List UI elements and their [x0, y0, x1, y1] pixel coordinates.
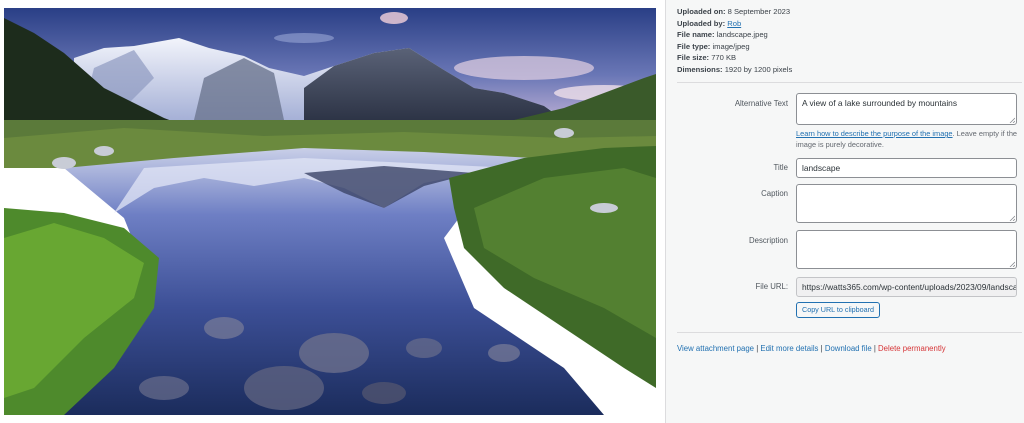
- caption-label: Caption: [761, 189, 788, 198]
- dimensions-row: Dimensions: 1920 by 1200 pixels: [677, 64, 792, 76]
- dimensions-label: Dimensions:: [677, 64, 723, 74]
- view-attachment-link[interactable]: View attachment page: [677, 344, 754, 353]
- uploaded-by-label: Uploaded by:: [677, 18, 726, 28]
- attachment-image: [4, 8, 656, 415]
- uploaded-by-link[interactable]: Rob: [727, 19, 741, 28]
- uploaded-on-value: 8 September 2023: [727, 7, 791, 16]
- file-url-field[interactable]: https://watts365.com/wp-content/uploads/…: [796, 277, 1017, 297]
- file-type-row: File type: image/jpeg: [677, 41, 792, 53]
- resize-grip-icon[interactable]: [1009, 117, 1015, 123]
- uploaded-on-label: Uploaded on:: [677, 7, 726, 16]
- alt-text-field[interactable]: A view of a lake surrounded by mountains: [796, 93, 1017, 125]
- file-name-label: File name:: [677, 30, 715, 40]
- copy-url-button[interactable]: Copy URL to clipboard: [796, 302, 881, 318]
- resize-grip-icon[interactable]: [1009, 215, 1015, 221]
- file-details: Uploaded on: 8 September 2023 Uploaded b…: [677, 6, 792, 76]
- title-label: Title: [773, 163, 788, 172]
- action-separator: |: [820, 344, 823, 353]
- alt-text-help-link[interactable]: Learn how to describe the purpose of the…: [796, 129, 953, 138]
- file-url-label: File URL:: [755, 282, 789, 291]
- alt-text-value: A view of a lake surrounded by mountains: [802, 98, 958, 108]
- dimensions-value: 1920 by 1200 pixels: [724, 64, 793, 74]
- title-field[interactable]: landscape: [796, 158, 1017, 178]
- divider: [677, 332, 1022, 333]
- action-separator: |: [873, 344, 876, 353]
- file-size-row: File size: 770 KB: [677, 52, 792, 64]
- alt-text-help: Learn how to describe the purpose of the…: [796, 128, 1021, 150]
- caption-field[interactable]: [796, 184, 1017, 223]
- delete-permanently-link[interactable]: Delete permanently: [878, 344, 946, 353]
- description-label: Description: [749, 236, 788, 245]
- edit-details-link[interactable]: Edit more details: [760, 344, 818, 353]
- uploaded-on-row: Uploaded on: 8 September 2023: [677, 6, 792, 18]
- resize-grip-icon[interactable]: [1009, 261, 1015, 267]
- attachment-actions: View attachment page | Edit more details…: [677, 344, 946, 353]
- title-value: landscape: [802, 163, 841, 173]
- action-separator: |: [756, 344, 759, 353]
- uploaded-by-row: Uploaded by: Rob: [677, 18, 792, 30]
- attachment-details-panel: Uploaded on: 8 September 2023 Uploaded b…: [665, 0, 1024, 423]
- file-size-label: File size:: [677, 53, 710, 63]
- file-name-value: landscape.jpeg: [716, 30, 768, 40]
- file-type-label: File type:: [677, 41, 711, 51]
- file-type-value: image/jpeg: [712, 41, 750, 51]
- file-url-value: https://watts365.com/wp-content/uploads/…: [802, 282, 1016, 292]
- file-size-value: 770 KB: [711, 53, 737, 63]
- image-preview-pane: [0, 0, 665, 423]
- download-file-link[interactable]: Download file: [825, 344, 872, 353]
- description-field[interactable]: [796, 230, 1017, 269]
- file-name-row: File name: landscape.jpeg: [677, 29, 792, 41]
- alt-text-label: Alternative Text: [734, 99, 788, 108]
- divider: [677, 82, 1022, 83]
